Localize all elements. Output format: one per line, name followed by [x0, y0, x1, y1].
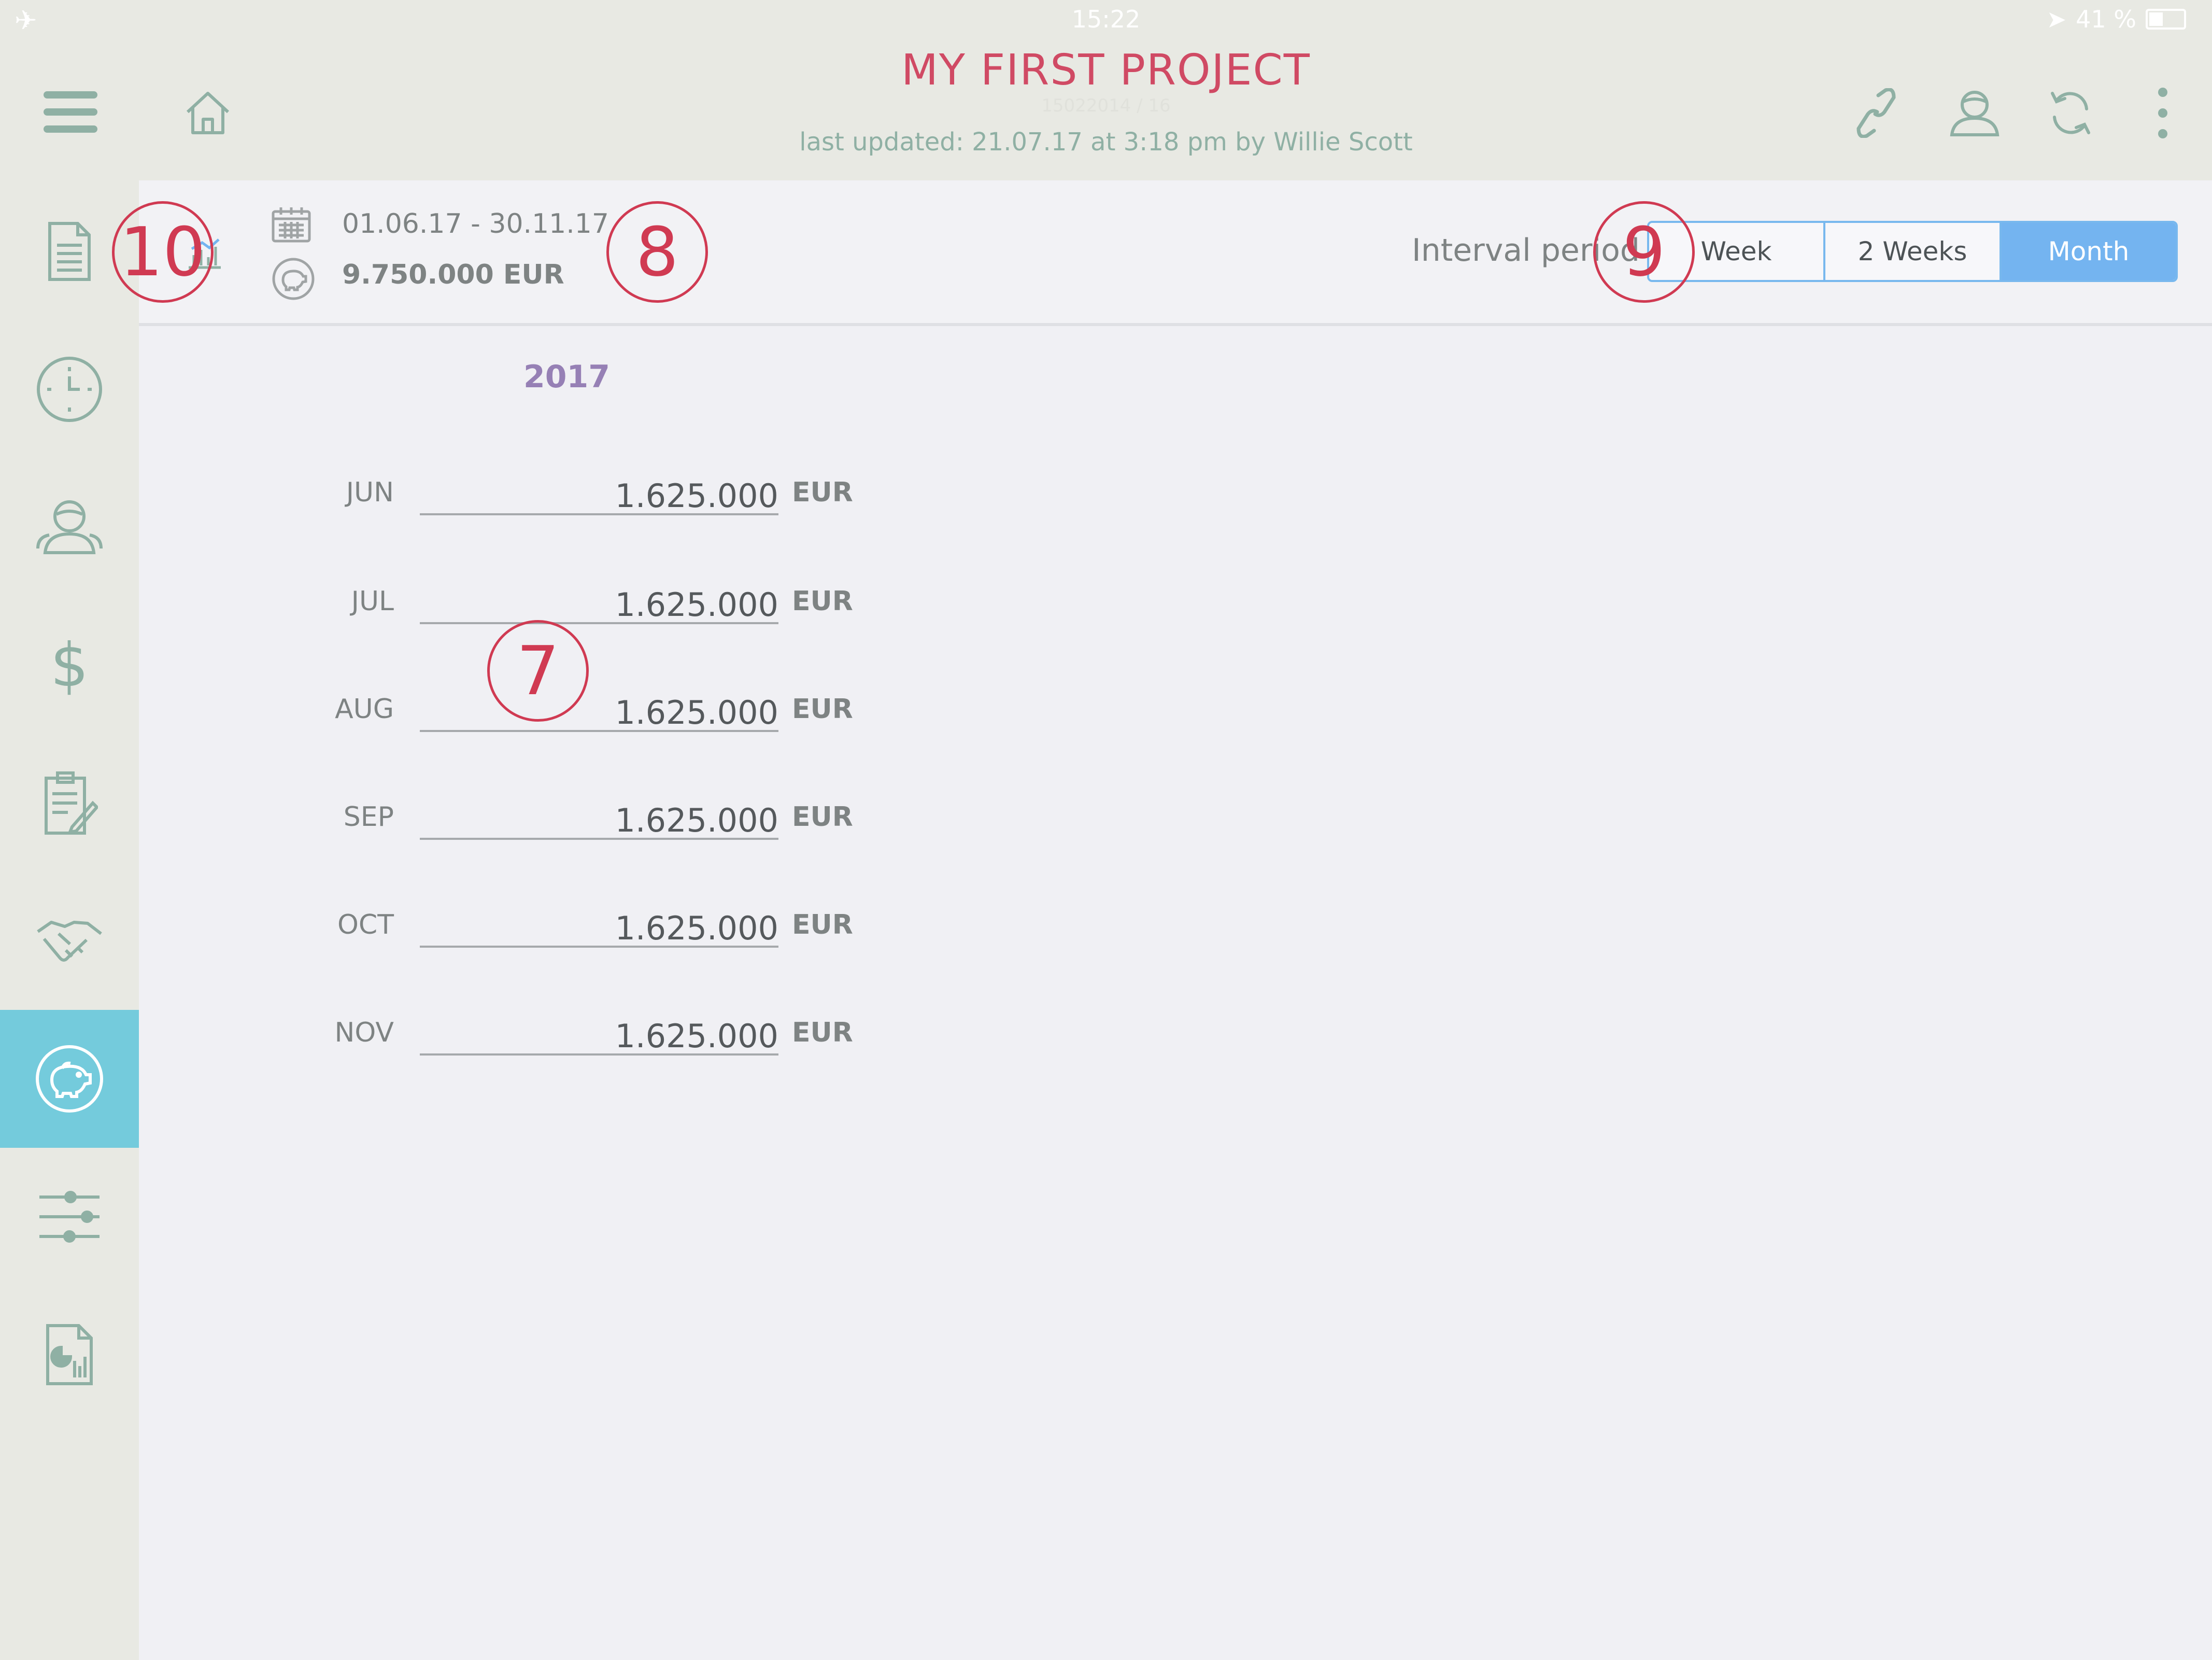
budget-total: 9.750.000 EUR: [342, 259, 564, 290]
currency-label: EUR: [792, 801, 853, 833]
budget-value-input[interactable]: 1.625.000: [420, 1007, 778, 1056]
clipboard-edit-icon: [45, 771, 98, 835]
year-label: 2017: [523, 359, 610, 395]
sidebar-item-finance[interactable]: $: [0, 596, 139, 734]
sliders-icon: [39, 1191, 100, 1243]
sidebar-item-tasks[interactable]: [0, 734, 139, 872]
sidebar-item-partners[interactable]: [0, 872, 139, 1010]
currency-label: EUR: [792, 694, 853, 725]
budget-value-input[interactable]: 1.625.000: [420, 683, 778, 732]
sync-icon[interactable]: [2047, 88, 2094, 138]
callout-8: 8: [606, 201, 708, 303]
budget-row: AUG 1.625.000 EUR: [290, 673, 912, 745]
month-label: SEP: [343, 801, 394, 833]
handshake-icon: [37, 921, 102, 962]
month-label: JUL: [351, 586, 394, 617]
date-range: 01.06.17 - 30.11.17: [342, 208, 609, 240]
team-icon: [36, 500, 103, 554]
person-icon[interactable]: [1949, 89, 2001, 137]
project-title: MY FIRST PROJECT: [901, 46, 1311, 95]
budget-row: JUN 1.625.000 EUR: [290, 456, 912, 529]
status-right: ➤ 41 %: [2047, 5, 2186, 33]
budget-row: NOV 1.625.000 EUR: [290, 996, 912, 1069]
location-icon: ➤: [2046, 5, 2067, 33]
menu-icon[interactable]: [44, 89, 97, 135]
interval-month-button[interactable]: Month: [2000, 223, 2176, 280]
currency-label: EUR: [792, 477, 853, 508]
budget-value-input[interactable]: 1.625.000: [420, 575, 778, 624]
document-icon: [48, 222, 91, 281]
budget-value-input[interactable]: 1.625.000: [420, 467, 778, 515]
home-icon[interactable]: [185, 89, 231, 136]
budget-value-input[interactable]: 1.625.000: [420, 899, 778, 948]
interval-segmented-control: Week 2 Weeks Month: [1647, 221, 2178, 282]
interval-2-weeks-button[interactable]: 2 Weeks: [1823, 223, 2000, 280]
calendar-icon: [272, 206, 311, 245]
budget-row: JUL 1.625.000 EUR: [290, 565, 912, 638]
callout-10: 10: [112, 201, 214, 303]
sidebar-item-settings[interactable]: [0, 1148, 139, 1286]
sidebar-item-schedule[interactable]: [0, 320, 139, 458]
budget-row: OCT 1.625.000 EUR: [290, 889, 912, 961]
budget-row: SEP 1.625.000 EUR: [290, 781, 912, 853]
currency-label: EUR: [792, 1017, 853, 1048]
month-label: JUN: [346, 477, 394, 508]
sidebar-item-budget[interactable]: [0, 1010, 139, 1148]
dollar-icon: $: [50, 630, 89, 700]
piggy-bank-icon: [36, 1045, 103, 1113]
status-time: 15:22: [1071, 5, 1141, 33]
budget-value-input[interactable]: 1.625.000: [420, 791, 778, 840]
currency-label: EUR: [792, 909, 853, 940]
sidebar-item-team[interactable]: [0, 458, 139, 596]
battery-icon: [2146, 9, 2186, 30]
month-label: NOV: [334, 1017, 394, 1048]
budget-icon: [272, 257, 315, 303]
battery-percent: 41 %: [2076, 5, 2136, 33]
link-icon[interactable]: [1855, 88, 1897, 138]
callout-7: 7: [487, 620, 589, 722]
month-label: AUG: [335, 694, 394, 725]
callout-9: 9: [1593, 201, 1695, 303]
currency-label: EUR: [792, 586, 853, 617]
sidebar-item-reports[interactable]: [0, 1286, 139, 1424]
report-icon: [46, 1324, 93, 1385]
clock-icon: [37, 357, 102, 422]
month-label: OCT: [337, 909, 394, 940]
more-icon[interactable]: [2157, 87, 2168, 139]
